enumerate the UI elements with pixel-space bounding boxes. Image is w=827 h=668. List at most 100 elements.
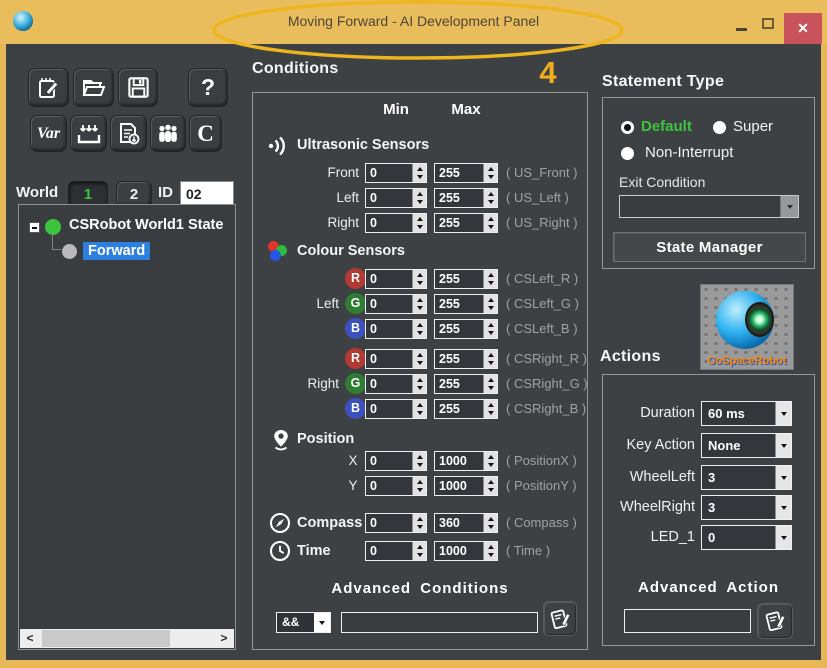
edit-advanced-conditions-button[interactable] <box>543 601 577 636</box>
spinner-buttons-icon[interactable] <box>412 295 426 313</box>
scrollbar-thumb[interactable] <box>42 630 170 647</box>
min-spinner[interactable]: 0 <box>365 399 427 419</box>
chevron-down-icon[interactable] <box>314 613 330 632</box>
spinner-buttons-icon[interactable] <box>483 164 497 182</box>
advanced-conditions-input[interactable] <box>341 612 538 633</box>
spinner-buttons-icon[interactable] <box>412 164 426 182</box>
spinner-buttons-icon[interactable] <box>412 270 426 288</box>
open-folder-button[interactable] <box>73 68 114 107</box>
radio-non-interrupt[interactable] <box>621 147 634 160</box>
state-manager-button[interactable]: State Manager <box>613 232 806 262</box>
spinner-buttons-icon[interactable] <box>412 542 426 560</box>
chevron-down-icon[interactable] <box>775 402 791 425</box>
spinner-buttons-icon[interactable] <box>412 477 426 495</box>
max-spinner[interactable]: 255 <box>434 319 498 339</box>
spinner-buttons-icon[interactable] <box>483 400 497 418</box>
min-spinner[interactable]: 0 <box>365 319 427 339</box>
map-pin-icon <box>270 429 292 451</box>
tree-child-item-selected[interactable]: Forward <box>83 242 150 260</box>
chevron-down-icon[interactable] <box>775 434 791 457</box>
max-spinner[interactable]: 255 <box>434 188 498 208</box>
spinner-buttons-icon[interactable] <box>412 375 426 393</box>
max-spinner[interactable]: 255 <box>434 163 498 183</box>
max-spinner[interactable]: 255 <box>434 213 498 233</box>
variables-button[interactable]: Var <box>30 115 67 152</box>
spinner-buttons-icon[interactable] <box>412 452 426 470</box>
spinner-buttons-icon[interactable] <box>483 350 497 368</box>
max-spinner[interactable]: 1000 <box>434 476 498 496</box>
spinner-buttons-icon[interactable] <box>483 189 497 207</box>
close-button[interactable]: ✕ <box>784 13 822 44</box>
row-label: Front <box>253 163 359 183</box>
max-spinner[interactable]: 255 <box>434 349 498 369</box>
horizontal-scrollbar[interactable]: < > <box>20 629 234 648</box>
min-spinner[interactable]: 0 <box>365 513 427 533</box>
spinner-buttons-icon[interactable] <box>412 214 426 232</box>
maximize-icon[interactable] <box>762 18 774 29</box>
min-spinner[interactable]: 0 <box>365 541 427 561</box>
load-button[interactable] <box>70 115 107 152</box>
radio-super[interactable] <box>713 121 726 134</box>
max-spinner[interactable]: 255 <box>434 269 498 289</box>
max-spinner[interactable]: 1000 <box>434 541 498 561</box>
min-spinner[interactable]: 0 <box>365 349 427 369</box>
min-spinner[interactable]: 0 <box>365 163 427 183</box>
id-input[interactable]: 02 <box>180 181 234 206</box>
team-button[interactable] <box>150 115 186 152</box>
min-spinner[interactable]: 0 <box>365 188 427 208</box>
key-action-dropdown[interactable]: None <box>701 433 792 458</box>
chevron-down-icon[interactable] <box>775 496 791 519</box>
min-spinner[interactable]: 0 <box>365 213 427 233</box>
max-spinner[interactable]: 255 <box>434 399 498 419</box>
spinner-buttons-icon[interactable] <box>483 214 497 232</box>
tree-root-item[interactable]: CSRobot World1 State <box>69 217 223 233</box>
new-note-button[interactable] <box>28 68 69 107</box>
max-spinner[interactable]: 360 <box>434 513 498 533</box>
minimize-icon[interactable] <box>736 28 747 31</box>
spinner-buttons-icon[interactable] <box>483 477 497 495</box>
min-spinner[interactable]: 0 <box>365 476 427 496</box>
min-spinner[interactable]: 0 <box>365 451 427 471</box>
advanced-action-input[interactable] <box>624 609 751 633</box>
help-button[interactable]: ? <box>188 68 228 107</box>
operator-select[interactable]: && <box>276 612 331 633</box>
chevron-down-icon[interactable] <box>780 196 798 217</box>
spinner-buttons-icon[interactable] <box>483 320 497 338</box>
tree-expand-icon[interactable] <box>29 222 40 233</box>
radio-default[interactable] <box>621 121 634 134</box>
wheelleft-dropdown[interactable]: 3 <box>701 465 792 490</box>
scroll-right-icon[interactable]: > <box>214 629 234 648</box>
row-label: Left <box>253 188 359 208</box>
spinner-buttons-icon[interactable] <box>483 514 497 532</box>
spinner-buttons-icon[interactable] <box>483 270 497 288</box>
spinner-buttons-icon[interactable] <box>412 514 426 532</box>
edit-advanced-action-button[interactable] <box>757 603 793 639</box>
scroll-left-icon[interactable]: < <box>20 629 40 648</box>
min-spinner[interactable]: 0 <box>365 374 427 394</box>
wheelright-dropdown[interactable]: 3 <box>701 495 792 520</box>
c-code-button[interactable]: C <box>189 115 222 152</box>
spinner-buttons-icon[interactable] <box>412 400 426 418</box>
export-doc-button[interactable] <box>110 115 147 152</box>
action-row-key-action: Key Action None <box>603 433 814 459</box>
max-spinner[interactable]: 1000 <box>434 451 498 471</box>
spinner-buttons-icon[interactable] <box>412 320 426 338</box>
spinner-buttons-icon[interactable] <box>412 350 426 368</box>
min-spinner[interactable]: 0 <box>365 294 427 314</box>
spinner-buttons-icon[interactable] <box>483 542 497 560</box>
save-button[interactable] <box>118 68 158 107</box>
max-value: 255 <box>435 214 483 232</box>
max-spinner[interactable]: 255 <box>434 374 498 394</box>
spinner-buttons-icon[interactable] <box>483 452 497 470</box>
spinner-buttons-icon[interactable] <box>412 189 426 207</box>
spinner-buttons-icon[interactable] <box>483 375 497 393</box>
chevron-down-icon[interactable] <box>775 526 791 549</box>
led1-dropdown[interactable]: 0 <box>701 525 792 550</box>
spinner-buttons-icon[interactable] <box>483 295 497 313</box>
chevron-down-icon[interactable] <box>775 466 791 489</box>
min-value: 0 <box>366 164 412 182</box>
exit-condition-dropdown[interactable] <box>619 195 799 218</box>
duration-dropdown[interactable]: 60 ms <box>701 401 792 426</box>
max-spinner[interactable]: 255 <box>434 294 498 314</box>
min-spinner[interactable]: 0 <box>365 269 427 289</box>
